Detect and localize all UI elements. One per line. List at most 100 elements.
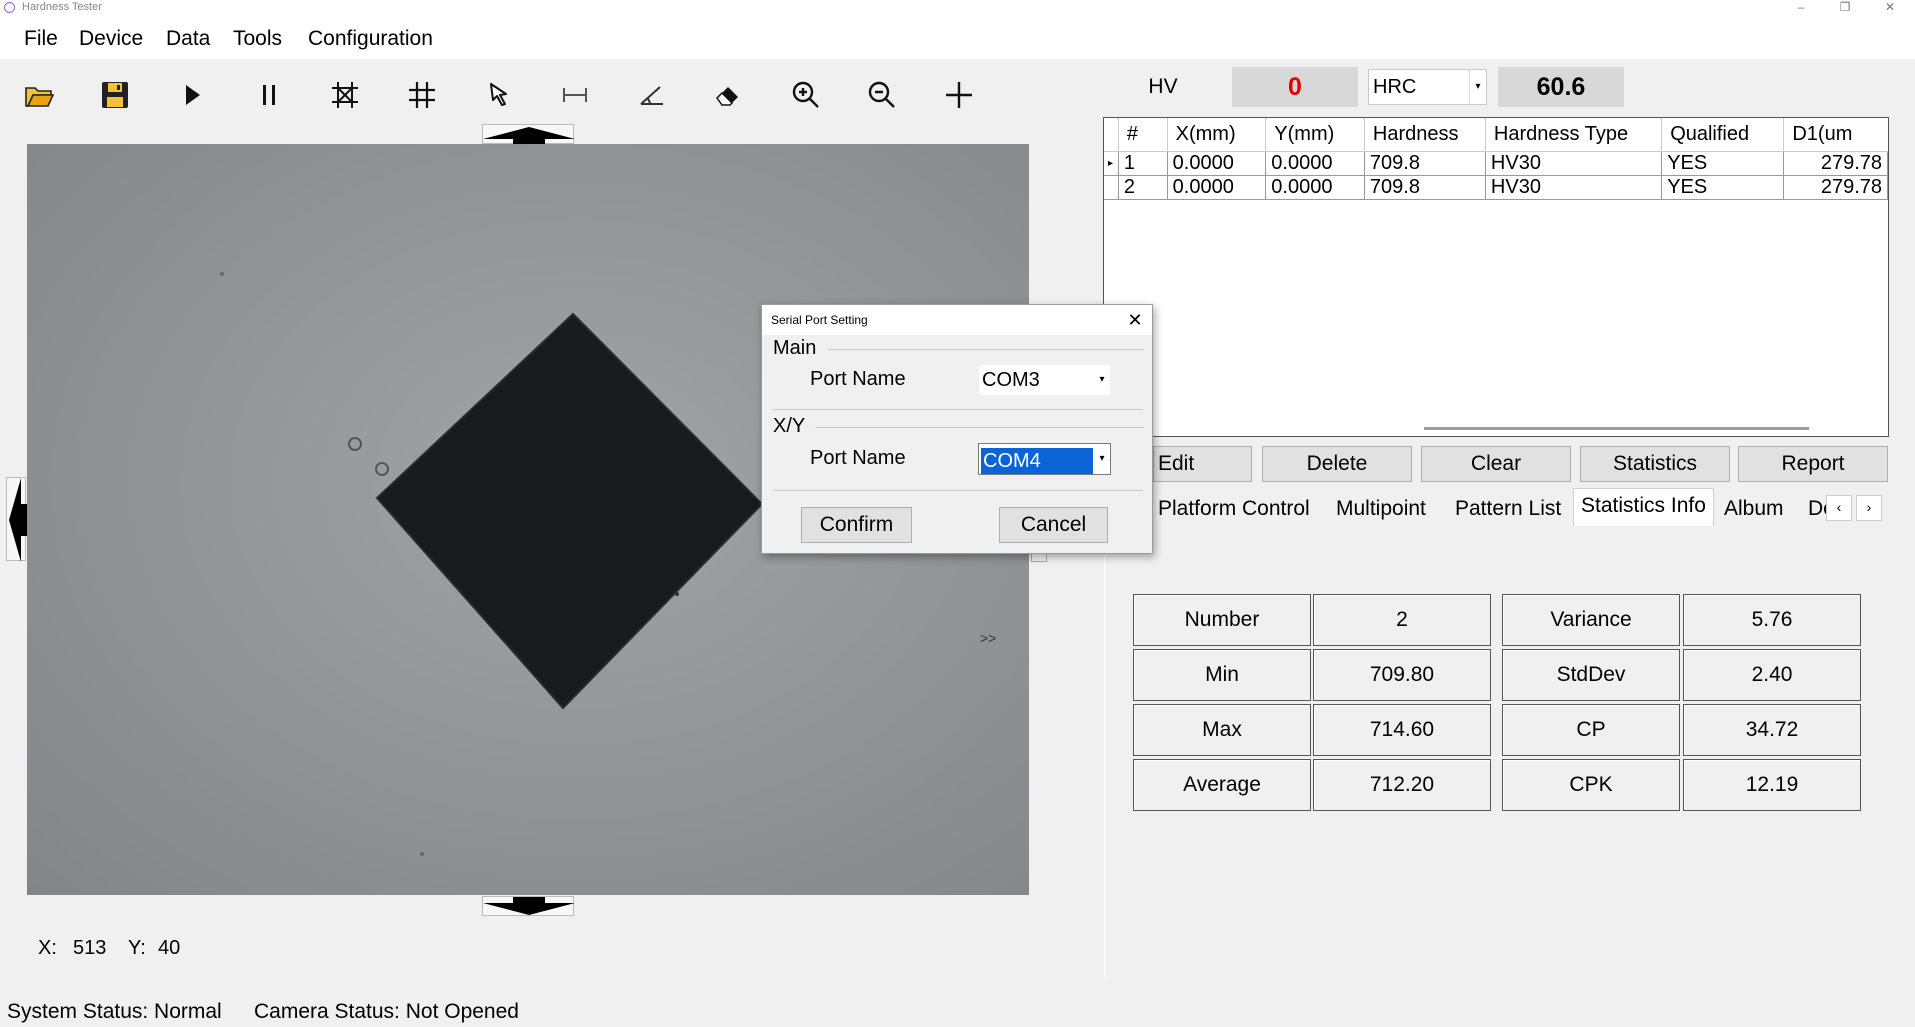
- statistics-button[interactable]: Statistics: [1580, 446, 1730, 482]
- cell-d1[interactable]: 279.78: [1783, 175, 1888, 200]
- table-row[interactable]: 2 0.0000 0.0000 709.8 HV30 YES 279.78: [1104, 175, 1888, 200]
- stat-value-average: 712.20: [1313, 759, 1491, 811]
- move-left-button[interactable]: [6, 477, 27, 562]
- cell-hardness-type[interactable]: HV30: [1485, 151, 1663, 176]
- cell-hardness-type[interactable]: HV30: [1485, 175, 1663, 200]
- confirm-button[interactable]: Confirm: [801, 507, 912, 543]
- menu-device[interactable]: Device: [79, 26, 143, 52]
- menu-data[interactable]: Data: [166, 26, 210, 52]
- cell-hardness[interactable]: 709.8: [1364, 175, 1486, 200]
- cell-y[interactable]: 0.0000: [1265, 175, 1365, 200]
- main-group-label: Main: [773, 337, 817, 359]
- report-button[interactable]: Report: [1738, 446, 1888, 482]
- col-hardness-type[interactable]: Hardness Type: [1485, 118, 1663, 152]
- table-row[interactable]: ▸ 1 0.0000 0.0000 709.8 HV30 YES 279.78: [1104, 151, 1888, 176]
- group-divider: [815, 427, 1144, 428]
- stat-label-min: Min: [1133, 649, 1311, 701]
- add-icon[interactable]: [938, 74, 980, 116]
- close-window-button[interactable]: ✕: [1875, 0, 1905, 15]
- cell-x[interactable]: 0.0000: [1167, 175, 1267, 200]
- dialog-close-icon[interactable]: ✕: [1124, 309, 1146, 331]
- tab-scroll-left-icon[interactable]: ‹: [1826, 495, 1852, 521]
- y-coordinate-value: 40: [158, 937, 181, 959]
- horizontal-scrollbar[interactable]: [1424, 427, 1809, 430]
- cell-number[interactable]: 1: [1118, 151, 1168, 176]
- delete-button[interactable]: Delete: [1262, 446, 1412, 482]
- tab-pattern-list[interactable]: Pattern List: [1455, 492, 1561, 526]
- eraser-icon[interactable]: [708, 74, 750, 116]
- left-arrow-icon: [9, 478, 27, 562]
- serial-port-dialog: Serial Port Setting ✕ Main Port Name COM…: [761, 304, 1153, 554]
- col-d1[interactable]: D1(um: [1783, 118, 1888, 152]
- col-qualified[interactable]: Qualified: [1661, 118, 1785, 152]
- stat-value-max: 714.60: [1313, 704, 1491, 756]
- stat-label-number: Number: [1133, 594, 1311, 646]
- col-y[interactable]: Y(mm): [1265, 118, 1365, 152]
- main-port-value: COM3: [982, 369, 1040, 391]
- open-folder-icon[interactable]: [18, 74, 60, 116]
- tab-scroll-right-icon[interactable]: ›: [1856, 495, 1882, 521]
- stat-label-stddev: StdDev: [1502, 649, 1680, 701]
- grid-icon[interactable]: [401, 74, 443, 116]
- cell-hardness[interactable]: 709.8: [1364, 151, 1486, 176]
- stat-value-variance: 5.76: [1683, 594, 1861, 646]
- tab-truncated[interactable]: De: [1808, 492, 1826, 526]
- hv-label: HV: [1148, 75, 1178, 98]
- cell-x[interactable]: 0.0000: [1167, 151, 1267, 176]
- crosshair-measure-icon[interactable]: [324, 74, 366, 116]
- up-arrow-icon: [483, 127, 575, 145]
- cancel-button[interactable]: Cancel: [999, 507, 1108, 543]
- clear-button[interactable]: Clear: [1421, 446, 1571, 482]
- zoom-in-icon[interactable]: [785, 74, 827, 116]
- stat-label-cp: CP: [1502, 704, 1680, 756]
- save-icon[interactable]: [94, 74, 136, 116]
- x-coordinate-label: X:: [38, 937, 57, 959]
- stat-value-cpk: 12.19: [1683, 759, 1861, 811]
- col-x[interactable]: X(mm): [1167, 118, 1267, 152]
- menu-tools[interactable]: Tools: [233, 26, 282, 52]
- title-bar: Hardness Tester – ❐ ✕: [0, 0, 1915, 15]
- pause-icon[interactable]: [248, 74, 290, 116]
- col-number[interactable]: #: [1118, 118, 1168, 152]
- stat-value-cp: 34.72: [1683, 704, 1861, 756]
- tab-album[interactable]: Album: [1724, 492, 1784, 526]
- zoom-out-icon[interactable]: [861, 74, 903, 116]
- main-port-select[interactable]: COM3 ▾: [978, 364, 1111, 396]
- cell-y[interactable]: 0.0000: [1265, 151, 1365, 176]
- maximize-button[interactable]: ❐: [1830, 0, 1860, 15]
- cell-d1[interactable]: 279.78: [1783, 151, 1888, 176]
- cell-number[interactable]: 2: [1118, 175, 1168, 200]
- xy-port-label: Port Name: [810, 447, 906, 469]
- table-header-row: # X(mm) Y(mm) Hardness Hardness Type Qua…: [1104, 118, 1888, 152]
- converted-hardness-value: 60.6: [1498, 67, 1624, 107]
- hardness-scale-select[interactable]: HRC ▾: [1368, 69, 1487, 105]
- app-icon: [4, 2, 15, 13]
- menu-file[interactable]: File: [24, 26, 58, 52]
- group-divider: [828, 349, 1144, 350]
- col-hardness[interactable]: Hardness: [1364, 118, 1486, 152]
- cell-qualified[interactable]: YES: [1661, 175, 1785, 200]
- stat-label-max: Max: [1133, 704, 1311, 756]
- xy-port-select[interactable]: COM4 ▾: [978, 443, 1111, 475]
- measurement-table[interactable]: # X(mm) Y(mm) Hardness Hardness Type Qua…: [1103, 117, 1889, 437]
- window-title: Hardness Tester: [22, 1, 102, 13]
- minimize-button[interactable]: –: [1786, 0, 1816, 15]
- move-up-button[interactable]: [482, 124, 575, 145]
- play-icon[interactable]: [171, 74, 213, 116]
- measure-angle-icon[interactable]: [631, 74, 673, 116]
- chevron-down-icon: ▾: [1469, 70, 1486, 104]
- dialog-title: Serial Port Setting: [762, 305, 1152, 335]
- edit-button[interactable]: Edit: [1153, 446, 1252, 482]
- menu-bar: File Device Data Tools Configuration: [0, 15, 1915, 59]
- tab-statistics-info[interactable]: Statistics Info: [1573, 488, 1714, 527]
- move-down-button[interactable]: [482, 896, 575, 916]
- divider: [773, 409, 1143, 410]
- cell-qualified[interactable]: YES: [1661, 151, 1785, 176]
- menu-configuration[interactable]: Configuration: [308, 26, 433, 52]
- tab-platform-control[interactable]: Platform Control: [1158, 492, 1310, 526]
- tab-multipoint[interactable]: Multipoint: [1336, 492, 1426, 526]
- measure-distance-icon[interactable]: [554, 74, 596, 116]
- pointer-icon[interactable]: [478, 74, 520, 116]
- stat-value-stddev: 2.40: [1683, 649, 1861, 701]
- stat-label-cpk: CPK: [1502, 759, 1680, 811]
